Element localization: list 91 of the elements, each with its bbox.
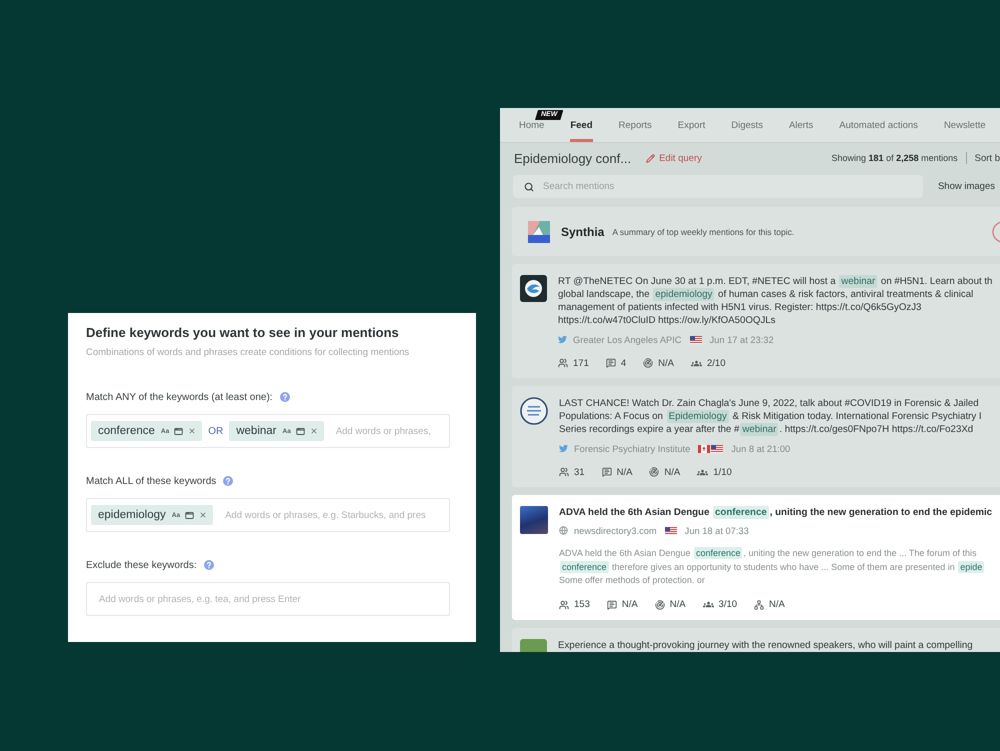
- stat-value: N/A: [658, 358, 674, 368]
- search-field[interactable]: Search mentions: [513, 175, 923, 198]
- keyword-text: epidemiology: [98, 509, 166, 521]
- sort-label[interactable]: Sort b: [974, 152, 1000, 164]
- post-text: LAST CHANCE! Watch Dr. Zain Chagla's June 9, 2022, talk about #COVID19 in Forensic & Jailed Populations: A Focus on Epidemiology & Risk Mitigation today. International Forensic Psychiatry I Series recordings expire a year after the # webinar . https://t.co/ges0FNpo7H https://t.co/Fo23Xd: [559, 397, 983, 436]
- people-icon: [558, 358, 568, 368]
- post-date: Jun 18 at 07:33: [684, 526, 749, 536]
- synthia-card[interactable]: Synthia A summary of top weekly mentions for this topic.: [512, 207, 1000, 256]
- stat-value: 4: [620, 358, 626, 368]
- us-flag-icon: [711, 444, 724, 452]
- article-title: ADVA held the 6th Asian Dengue conference , uniting the new generation to end the epidemic: [559, 506, 994, 519]
- keyword-input[interactable]: Add words or phrases, e.g. tea, and press Enter: [99, 591, 445, 607]
- nav-tab[interactable]: Reports: [618, 108, 652, 142]
- post-text: Experience a thought-provoking journey with the renowned speakers, who will paint a compelling: [558, 638, 974, 652]
- assistant-name: Synthia: [561, 224, 604, 238]
- nav-tab[interactable]: Alerts: [788, 108, 814, 142]
- keyword-input[interactable]: Add words or phrases, e.g. Starbucks, and pres: [225, 507, 445, 523]
- stat-value: N/A: [769, 599, 785, 610]
- nav-tab[interactable]: Newslette: [944, 108, 986, 142]
- stat-value: 31: [574, 466, 585, 478]
- us-flag-icon: [664, 526, 677, 534]
- keyword-text: conference: [98, 425, 155, 437]
- edit-query-button[interactable]: Edit query: [646, 152, 702, 164]
- assistant-description: A summary of top weekly mentions for this topic.: [612, 226, 794, 236]
- keyword-field[interactable]: Add words or phrases, e.g. tea, and press Enter: [86, 582, 450, 616]
- stat-value: 2/10: [707, 358, 726, 368]
- globe-icon: [559, 526, 568, 535]
- pencil-icon: [646, 154, 656, 162]
- article-snippet: ADVA held the 6th Asian Dengue conference , uniting the new generation to end the ... The forum of this conference therefore gives an opportunity to students who have ... Some of them are presented in epide Some offer methods of protection. or: [559, 547, 986, 587]
- source-name: newsdirectory3.com: [574, 526, 657, 536]
- stat-value: N/A: [622, 599, 638, 610]
- stat-value: N/A: [616, 466, 632, 478]
- comment-icon: [606, 600, 617, 610]
- show-images-toggle[interactable]: Show images: [938, 181, 995, 192]
- mention-card[interactable]: [512, 495, 1000, 620]
- window-icon[interactable]: [174, 426, 184, 436]
- source-name: Forensic Psychiatry Institute: [574, 444, 690, 454]
- window-icon[interactable]: [296, 426, 305, 436]
- post-date: Jun 17 at 23:32: [710, 334, 774, 344]
- bird-icon: [558, 335, 567, 344]
- radar-icon: [649, 467, 660, 477]
- panel-subtitle: Combinations of words and phrases create conditions for collecting mentions: [86, 346, 410, 360]
- stat-value: 3/10: [718, 599, 738, 610]
- nav-tab[interactable]: Digests: [731, 108, 763, 142]
- radar-icon: [654, 600, 665, 610]
- nav-tab[interactable]: Export: [678, 108, 706, 142]
- post-text: RT @TheNETEC On June 30 at 1 p.m. EDT, #NETEC will host a webinar on #H5N1. Learn about th global landscape, the epidemiology of human cases & risk factors, antiviral treatments & clinical management of patients infected with H5N1 virus. Register: https://t.co/Q6k5GyOzJ3 https://t.co/w47t0CluID https://ow.ly/KfOA50OQJLs: [558, 275, 994, 327]
- stat-value: N/A: [670, 599, 686, 610]
- query-title: Epidemiology conf...: [514, 150, 632, 166]
- stat-value: 153: [574, 599, 590, 610]
- operator-label: OR: [208, 426, 224, 436]
- network-icon: [754, 600, 764, 610]
- nav-tab[interactable]: Automated actions: [839, 108, 918, 142]
- round-logo-icon: [520, 397, 548, 425]
- mention-card[interactable]: [512, 386, 1000, 487]
- post-date: Jun 8 at 21:00: [731, 444, 790, 454]
- us-flag-icon: [690, 336, 702, 344]
- search-icon: [524, 182, 534, 192]
- close-icon[interactable]: [310, 427, 318, 435]
- close-icon[interactable]: [188, 427, 196, 435]
- field-label: Match ANY of the keywords (at least one):: [86, 392, 273, 402]
- triangle-logo-icon: [528, 220, 550, 242]
- logo-avatar-icon: [520, 275, 547, 302]
- comment-icon: [606, 358, 616, 368]
- source-name: Greater Los Angeles APIC: [573, 334, 682, 344]
- people-icon: [559, 600, 569, 610]
- close-icon[interactable]: [199, 511, 208, 519]
- keyword-input[interactable]: Add words or phrases,: [336, 423, 445, 439]
- stat-value: 1/10: [713, 466, 732, 478]
- mentions-count: Showing 181 of 2,258 mentions: [832, 153, 958, 163]
- group-icon: [702, 599, 714, 610]
- search-input[interactable]: Search mentions: [543, 180, 923, 194]
- mention-card[interactable]: [512, 264, 1000, 378]
- help-icon[interactable]: [280, 392, 290, 402]
- people-icon: [559, 467, 569, 477]
- help-icon[interactable]: [204, 560, 214, 570]
- nav-tab[interactable]: Feed: [570, 108, 593, 142]
- photo-placeholder: [520, 506, 548, 534]
- bird-icon: [559, 444, 568, 453]
- radar-icon: [643, 358, 654, 368]
- window-icon[interactable]: [185, 510, 194, 520]
- stat-value: 171: [573, 358, 589, 368]
- field-label: Match ALL of these keywords: [86, 476, 216, 486]
- panel-title: Define keywords you want to see in your mentions: [86, 324, 400, 342]
- field-label: Exclude these keywords:: [86, 560, 197, 570]
- canada-flag-icon: [698, 444, 710, 452]
- comment-icon: [602, 467, 612, 477]
- help-icon[interactable]: [223, 476, 234, 486]
- keyword-text: webinar: [236, 425, 276, 437]
- mention-card[interactable]: Experience a thought-provoking journey with the renowned speakers, who will paint a compelling: [512, 628, 1000, 652]
- stat-value: N/A: [664, 466, 680, 478]
